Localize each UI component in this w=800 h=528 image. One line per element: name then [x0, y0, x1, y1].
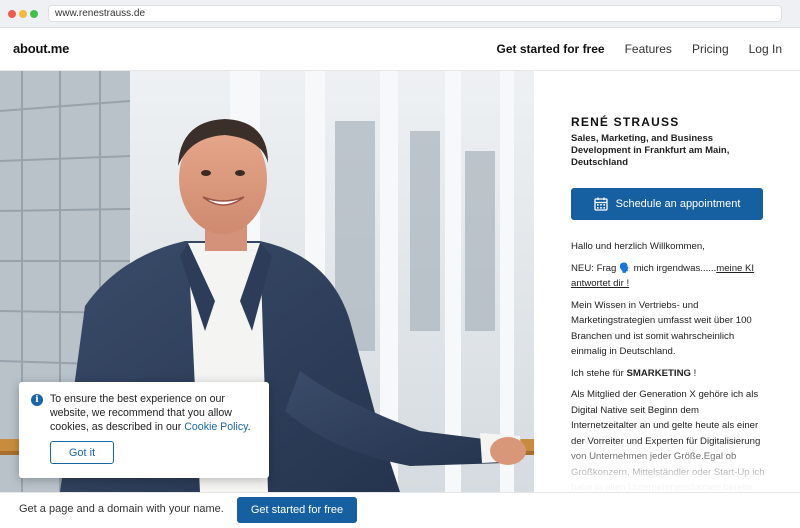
- cookie-notice: i To ensure the best experience on our w…: [19, 382, 269, 478]
- bio-smarketing-suffix: !: [690, 367, 697, 379]
- schedule-appointment-button[interactable]: Schedule an appointment: [571, 188, 763, 220]
- about-me-logo[interactable]: about.me: [13, 41, 69, 56]
- calendar-icon: [593, 197, 608, 211]
- cookie-message: To ensure the best experience on our web…: [50, 392, 262, 434]
- site-header: about.me Get started for free Features P…: [0, 28, 800, 71]
- cookie-policy-link[interactable]: Cookie Policy: [184, 421, 247, 433]
- nav-login[interactable]: Log In: [749, 42, 782, 56]
- nav-get-started[interactable]: Get started for free: [497, 42, 605, 56]
- info-icon: i: [31, 394, 43, 406]
- bio-smarketing: Ich stehe für SMARKETING !: [571, 366, 767, 382]
- bio-wissen: Mein Wissen in Vertriebs- und Marketings…: [571, 299, 752, 358]
- top-nav: Get started for free Features Pricing Lo…: [497, 42, 782, 56]
- schedule-appointment-label: Schedule an appointment: [615, 198, 741, 210]
- nav-features[interactable]: Features: [625, 42, 672, 56]
- bio-ki-line: NEU: Frag 🗣️ mich irgendwas......meine K…: [571, 261, 767, 292]
- get-started-button[interactable]: Get started for free: [237, 497, 357, 523]
- got-it-button[interactable]: Got it: [50, 441, 114, 464]
- bio-ki-prefix: NEU: Frag 🗣️ mich irgendwas......: [571, 262, 717, 274]
- cookie-period: .: [247, 421, 251, 433]
- profile-name: RENÉ STRAUSS: [571, 115, 680, 129]
- profile-panel: RENÉ STRAUSS Sales, Marketing, and Busin…: [534, 71, 800, 492]
- nav-pricing[interactable]: Pricing: [692, 42, 729, 56]
- bio-fade-overlay: [534, 440, 800, 492]
- bio-smarketing-prefix: Ich stehe für: [571, 367, 627, 379]
- address-bar[interactable]: www.renestrauss.de: [48, 5, 782, 22]
- profile-headline: Sales, Marketing, and Business Developme…: [571, 133, 730, 168]
- bio-smarketing-bold: SMARKETING: [626, 367, 691, 379]
- minimize-window-dot[interactable]: [19, 10, 27, 18]
- close-window-dot[interactable]: [8, 10, 16, 18]
- maximize-window-dot[interactable]: [30, 10, 38, 18]
- signup-banner-text: Get a page and a domain with your name.: [19, 503, 224, 515]
- browser-toolbar: www.renestrauss.de: [0, 0, 800, 28]
- bio-greeting: Hallo und herzlich Willkommen,: [571, 241, 705, 252]
- signup-banner: Get a page and a domain with your name. …: [0, 492, 800, 528]
